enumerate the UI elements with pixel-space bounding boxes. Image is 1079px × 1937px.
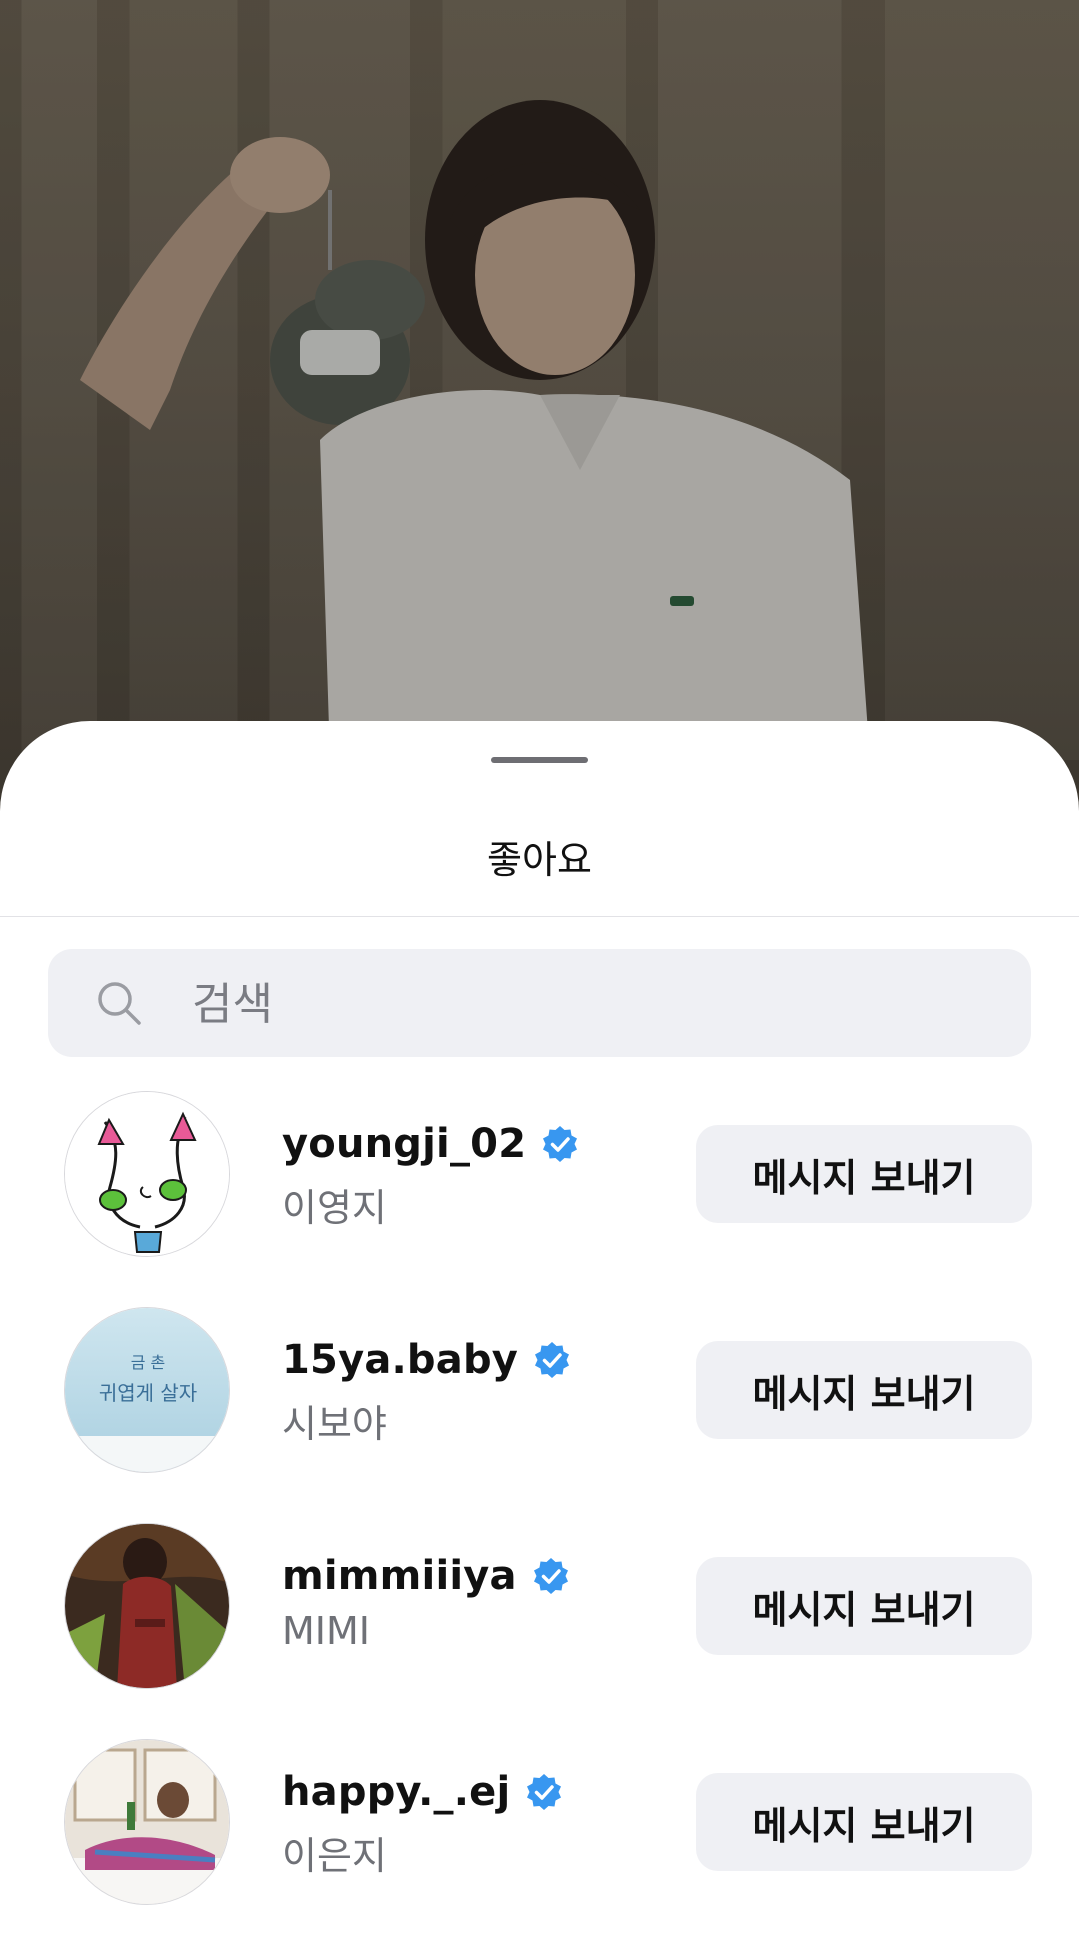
list-item-user[interactable]: mimmiiiya MIMI 메시지 보내기 (0, 1523, 1079, 1693)
avatar[interactable]: 금 촌 귀엽게 살자 (64, 1307, 230, 1473)
search-input[interactable] (190, 969, 994, 1039)
avatar[interactable] (64, 1523, 230, 1689)
search-bar[interactable] (48, 949, 1031, 1057)
username[interactable]: mimmiiiya (282, 1553, 517, 1599)
sheet-title: 좋아요 (487, 838, 592, 882)
send-message-button[interactable]: 메시지 보내기 (696, 1557, 1032, 1655)
send-message-button[interactable]: 메시지 보내기 (696, 1773, 1032, 1871)
background-post-photo (0, 0, 1079, 760)
username-wrap: happy._.ej (282, 1769, 564, 1815)
search-icon (98, 982, 141, 1025)
avatar-drawing-image (65, 1092, 229, 1256)
full-name: 이영지 (282, 1186, 387, 1230)
username[interactable]: youngji_02 (282, 1121, 526, 1167)
likes-bottom-sheet: 좋아요 검색 youngji_02 이영지 메시지 보내기 금 촌 귀엽게 살자… (0, 721, 1079, 1937)
full-name: MIMI (282, 1609, 370, 1653)
username-wrap: 15ya.baby (282, 1337, 572, 1383)
avatar-photo-image (65, 1740, 229, 1904)
username-wrap: youngji_02 (282, 1121, 580, 1167)
username-wrap: mimmiiiya (282, 1553, 571, 1599)
avatar-text-2: 귀엽게 살자 (99, 1381, 197, 1405)
verified-badge-icon (533, 1558, 568, 1594)
verified-badge-icon (543, 1126, 578, 1162)
sheet-drag-handle[interactable] (491, 757, 588, 763)
avatar-photo-image (65, 1524, 229, 1688)
full-name: 시보야 (282, 1402, 387, 1446)
verified-badge-icon (527, 1774, 562, 1810)
avatar[interactable] (64, 1091, 230, 1257)
header-divider (0, 916, 1079, 917)
verified-badge-icon (535, 1342, 570, 1378)
avatar-text-1: 금 촌 (131, 1353, 166, 1372)
avatar-handwriting-image: 금 촌 귀엽게 살자 (65, 1308, 229, 1472)
full-name: 이은지 (282, 1834, 387, 1878)
avatar[interactable] (64, 1739, 230, 1905)
username[interactable]: happy._.ej (282, 1769, 510, 1815)
list-item-user[interactable]: 금 촌 귀엽게 살자 15ya.baby 시보야 메시지 보내기 (0, 1307, 1079, 1477)
send-message-button[interactable]: 메시지 보내기 (696, 1125, 1032, 1223)
list-item-user[interactable]: happy._.ej 이은지 메시지 보내기 (0, 1739, 1079, 1909)
list-item-user[interactable]: youngji_02 이영지 메시지 보내기 (0, 1091, 1079, 1261)
send-message-button[interactable]: 메시지 보내기 (696, 1341, 1032, 1439)
username[interactable]: 15ya.baby (282, 1337, 518, 1383)
